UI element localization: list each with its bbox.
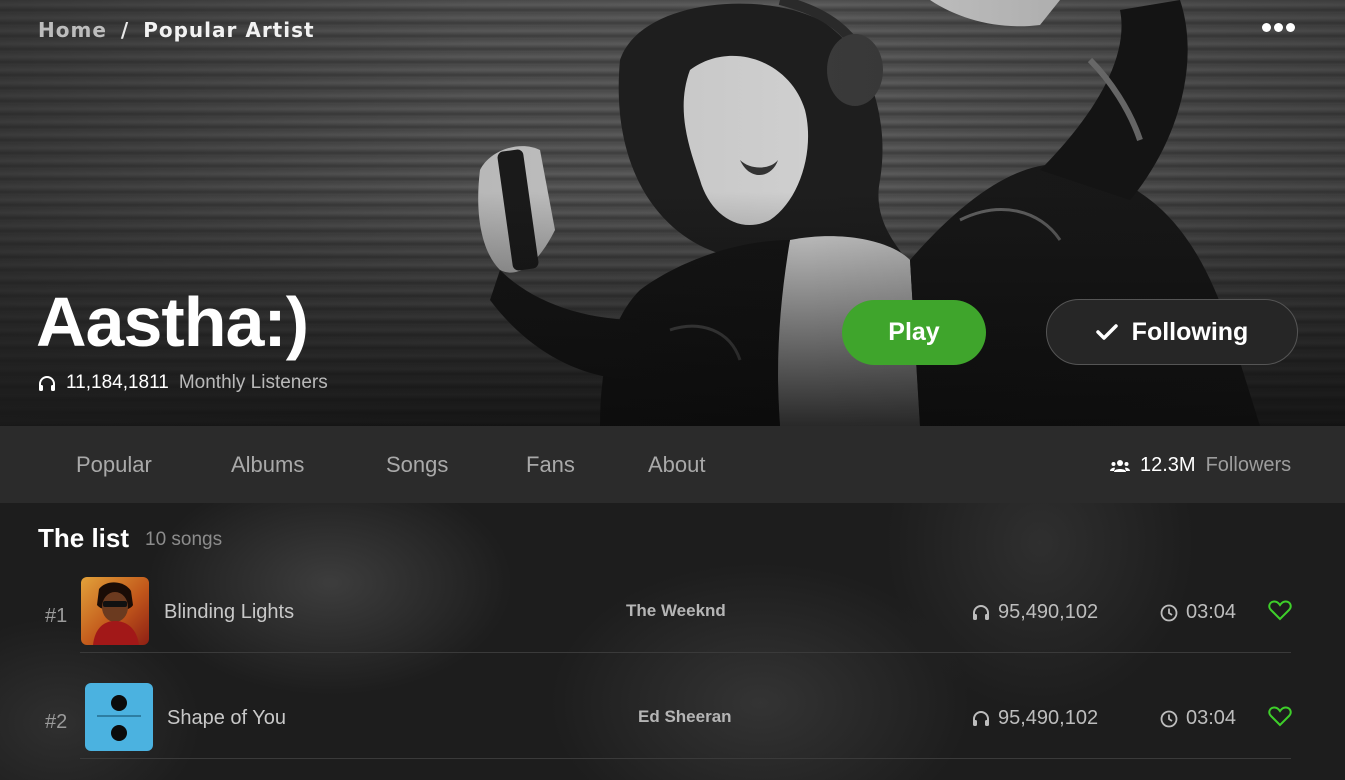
followers-label: Followers	[1205, 454, 1292, 476]
artist-tabs: Popular Albums Songs Fans About 12.3M Fo…	[0, 426, 1345, 503]
album-cover[interactable]	[81, 577, 149, 645]
headphones-icon	[973, 605, 989, 620]
followers-count: 12.3M	[1140, 454, 1196, 476]
artist-name: Aastha:)	[36, 283, 309, 361]
table-row[interactable]: #2 Shape of You Ed Sheeran 95,490,102 03…	[0, 669, 1345, 775]
song-list: The list 10 songs #1 Blinding Lights The…	[0, 503, 1345, 780]
tab-songs[interactable]: Songs	[386, 452, 448, 478]
play-button[interactable]: Play	[842, 300, 986, 365]
breadcrumb-home[interactable]: Home	[38, 18, 107, 42]
headphones-icon	[973, 711, 989, 726]
duration-value: 03:04	[1186, 707, 1237, 729]
breadcrumb: Home / Popular Artist	[38, 18, 315, 42]
list-title: The list	[38, 523, 130, 553]
song-title[interactable]: Blinding Lights	[164, 601, 294, 624]
heart-icon[interactable]	[1268, 705, 1292, 727]
clock-icon	[1160, 710, 1178, 727]
users-icon	[1110, 459, 1130, 472]
tab-fans[interactable]: Fans	[526, 452, 575, 478]
breadcrumb-current: Popular Artist	[143, 18, 315, 42]
more-options-icon[interactable]	[1262, 18, 1300, 36]
row-divider	[80, 652, 1291, 653]
clock-icon	[1160, 604, 1178, 621]
artist-hero: Home / Popular Artist Aastha:) 11,184,18…	[0, 0, 1345, 426]
song-artist[interactable]: Ed Sheeran	[638, 707, 732, 727]
table-row[interactable]: #1 Blinding Lights The Weeknd 95,490,102	[0, 563, 1345, 669]
song-duration: 03:04	[1160, 707, 1236, 730]
song-plays: 95,490,102	[972, 707, 1098, 730]
song-rank: #2	[45, 711, 68, 733]
following-label: Following	[1131, 317, 1249, 346]
monthly-listeners: 11,184,1811 Monthly Listeners	[38, 372, 328, 394]
listeners-count: 11,184,1811	[66, 372, 169, 393]
more-dot	[1274, 22, 1283, 32]
tab-albums[interactable]: Albums	[231, 452, 304, 478]
check-icon	[1095, 324, 1118, 340]
song-duration: 03:04	[1160, 601, 1236, 624]
heart-icon[interactable]	[1268, 599, 1292, 621]
more-dot	[1262, 22, 1271, 32]
song-artist[interactable]: The Weeknd	[626, 601, 726, 621]
album-cover[interactable]	[85, 683, 153, 751]
song-plays: 95,490,102	[972, 601, 1098, 624]
row-divider	[80, 758, 1291, 759]
duration-value: 03:04	[1186, 601, 1237, 623]
album-art	[97, 695, 141, 741]
following-button[interactable]: Following	[1046, 299, 1298, 365]
play-count: 95,490,102	[998, 707, 1099, 729]
followers-stat: 12.3M Followers	[1110, 454, 1291, 477]
song-title[interactable]: Shape of You	[167, 707, 286, 730]
tab-about[interactable]: About	[648, 452, 706, 478]
tab-popular[interactable]: Popular	[76, 452, 152, 478]
breadcrumb-separator: /	[120, 18, 130, 42]
headphones-icon	[39, 375, 55, 391]
album-art	[93, 582, 139, 645]
more-dot	[1286, 22, 1295, 32]
play-count: 95,490,102	[998, 601, 1099, 623]
song-count: 10 songs	[145, 529, 223, 550]
song-rank: #1	[45, 605, 68, 627]
listeners-label: Monthly Listeners	[178, 372, 328, 393]
